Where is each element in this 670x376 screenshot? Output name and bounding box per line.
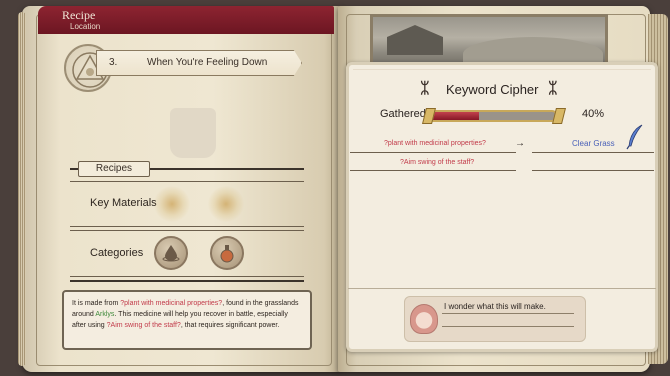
potion-flask-icon[interactable] <box>210 236 244 270</box>
recipe-tab-subtitle: Location <box>70 22 101 31</box>
panel-bottom-divider <box>348 288 656 289</box>
dialog-line <box>442 313 574 314</box>
description-keyword-2[interactable]: ?Aim swing of the staff? <box>107 322 181 329</box>
key-material-slot-2[interactable] <box>208 186 244 222</box>
recipe-description: It is made from ?plant with medicinal pr… <box>62 290 312 350</box>
description-place: Arklys <box>95 311 115 318</box>
divider <box>70 181 304 182</box>
water-drop-icon[interactable] <box>154 236 188 270</box>
rune-right-icon: ᛯ <box>548 80 558 97</box>
description-text: It is made from <box>72 300 121 307</box>
picture-house <box>387 25 443 55</box>
categories-label: Categories <box>90 247 144 259</box>
cipher-hint-1[interactable]: ?plant with medicinal properties? <box>384 140 486 147</box>
gathered-label: Gathered <box>380 108 426 120</box>
gathered-percent: 40% <box>582 108 605 120</box>
recipe-title-banner: 3. When You're Feeling Down <box>96 50 302 76</box>
divider <box>70 230 304 231</box>
description-keyword-1[interactable]: ?plant with medicinal properties? <box>120 300 222 307</box>
description-text: , that requires significant power. <box>180 322 280 329</box>
dialog-text: I wonder what this will make. <box>444 302 546 311</box>
cipher-hint-2[interactable]: ?Aim swing of the staff? <box>400 159 474 166</box>
recipe-title: When You're Feeling Down <box>147 57 268 68</box>
recipe-number: 3. <box>109 57 118 68</box>
quill-feather-icon[interactable] <box>626 124 644 155</box>
key-materials-label: Key Materials <box>90 197 157 209</box>
item-silhouette <box>170 108 216 158</box>
key-material-slot-1[interactable] <box>154 186 190 222</box>
cipher-arrow: → <box>515 138 525 149</box>
recipe-tab[interactable]: Recipe Location <box>38 6 334 34</box>
recipe-tab-title: Recipe <box>62 8 96 22</box>
cipher-solution-1[interactable]: Clear Grass <box>572 139 615 148</box>
cipher-row-line <box>350 152 516 153</box>
cipher-row-line <box>350 170 516 171</box>
recipes-label: Recipes <box>78 161 150 177</box>
divider <box>70 276 304 277</box>
divider <box>70 226 304 227</box>
divider <box>70 280 304 282</box>
cipher-title: Keyword Cipher <box>446 82 539 97</box>
dialog-line <box>442 326 574 327</box>
rune-left-icon: ᛯ <box>420 80 430 97</box>
panel-decor-line <box>353 69 651 70</box>
recipes-label-text: Recipes <box>95 163 133 174</box>
gathered-progress-fill <box>428 112 480 120</box>
gathered-progress-bar <box>426 110 558 122</box>
cipher-row-line <box>532 170 654 171</box>
character-avatar <box>410 304 438 334</box>
